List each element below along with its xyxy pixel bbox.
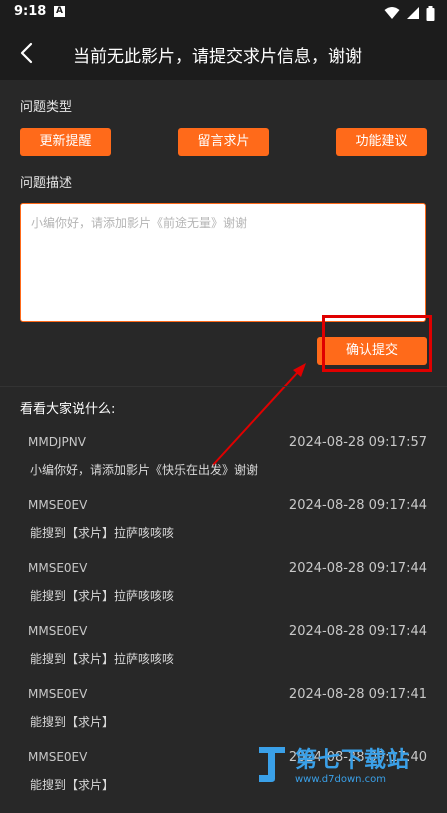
description-label: 问题描述 <box>20 176 73 191</box>
comment-text: 能搜到【求片】 <box>30 778 115 792</box>
comment-time: 2024-08-28 09:17:44 <box>288 561 427 576</box>
comment-item: MMSE0EV 2024-08-28 09:17:44 能搜到【求片】拉萨咳咳咳 <box>0 561 447 624</box>
comment-text: 能搜到【求片】 <box>30 715 115 729</box>
arrow-left-icon <box>20 42 33 64</box>
comment-item: MMDJPNV 2024-08-28 09:17:57 小编你好，请添加影片《快… <box>0 435 447 498</box>
status-bar: 9:18 A <box>0 0 447 26</box>
comment-time: 2024-08-28 09:17:44 <box>288 624 427 639</box>
comment-text: 能搜到【求片】拉萨咳咳咳 <box>30 652 175 666</box>
comment-text: 能搜到【求片】拉萨咳咳咳 <box>30 526 175 540</box>
site-logo-icon <box>259 746 285 782</box>
description-input[interactable] <box>20 203 426 322</box>
watermark-url: www.d7down.com <box>295 774 387 785</box>
type-button-feature-suggestion[interactable]: 功能建议 <box>336 128 427 156</box>
type-button-request-movie[interactable]: 留言求片 <box>178 128 269 156</box>
watermark-text: 第七下载站 <box>295 748 411 773</box>
comment-user: MMSE0EV <box>28 687 88 701</box>
comment-user: MMDJPNV <box>28 435 86 449</box>
comment-text: 小编你好，请添加影片《快乐在出发》谢谢 <box>30 463 259 477</box>
battery-icon <box>426 5 435 21</box>
status-icons <box>384 5 435 21</box>
section-divider <box>0 386 447 387</box>
comment-time: 2024-08-28 09:17:44 <box>288 498 427 513</box>
comment-time: 2024-08-28 09:17:41 <box>288 687 427 702</box>
comment-item: MMSE0EV 2024-08-28 09:17:44 能搜到【求片】拉萨咳咳咳 <box>0 498 447 561</box>
back-button[interactable] <box>14 40 40 66</box>
type-button-update-reminder[interactable]: 更新提醒 <box>20 128 111 156</box>
problem-type-label: 问题类型 <box>20 100 73 115</box>
app-header: 当前无此影片，请提交求片信息，谢谢 <box>0 26 447 80</box>
comments-title: 看看大家说什么: <box>20 402 116 417</box>
comment-time: 2024-08-28 09:17:57 <box>288 435 427 450</box>
submit-button[interactable]: 确认提交 <box>317 337 427 365</box>
comment-user: MMSE0EV <box>28 750 88 764</box>
comment-item: MMSE0EV 2024-08-28 09:17:41 能搜到【求片】 <box>0 687 447 750</box>
comment-text: 能搜到【求片】拉萨咳咳咳 <box>30 589 175 603</box>
signal-icon <box>407 7 419 19</box>
page-title: 当前无此影片，请提交求片信息，谢谢 <box>73 47 362 67</box>
status-time: 9:18 <box>14 4 47 19</box>
comment-item: MMSE0EV 2024-08-28 09:17:44 能搜到【求片】拉萨咳咳咳 <box>0 624 447 687</box>
comment-user: MMSE0EV <box>28 498 88 512</box>
notification-icon: A <box>54 6 65 17</box>
comment-user: MMSE0EV <box>28 624 88 638</box>
comment-user: MMSE0EV <box>28 561 88 575</box>
site-watermark: 第七下载站 www.d7down.com <box>255 742 410 785</box>
wifi-icon <box>384 7 400 19</box>
